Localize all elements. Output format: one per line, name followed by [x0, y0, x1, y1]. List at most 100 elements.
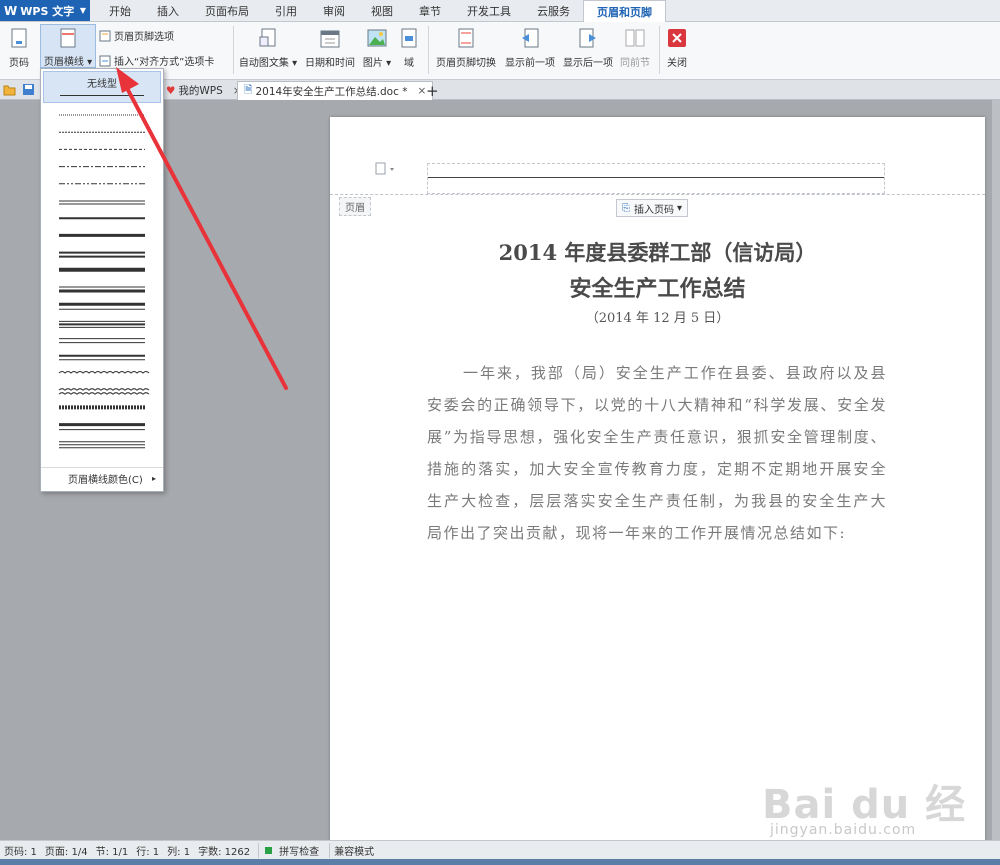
tab-章节[interactable]: 章节	[406, 0, 454, 21]
line-preview	[60, 95, 144, 96]
line-style-preview	[58, 392, 150, 395]
line-style-option[interactable]	[58, 371, 150, 374]
header-line-dropdown: 无线型 页眉横线颜色(C) ▸	[40, 68, 164, 492]
document-icon: 🗎	[244, 84, 253, 96]
line-style-list	[58, 114, 150, 449]
menu-bar: W WPS 文字 ▼ 开始 插入 页面布局 引用 审阅 视图 章节 开发工具 云服务 页眉和页脚	[0, 0, 1000, 23]
tab-云服务[interactable]: 云服务	[524, 0, 583, 21]
line-style-option[interactable]	[59, 423, 145, 431]
tab-my-wps[interactable]: ♥ 我的WPS ×	[160, 81, 248, 100]
document-page[interactable]: 页眉 ⎘ 插入页码 ▾ 2014 年度县委群工部（信访局） 安全生产工作总结 （…	[330, 117, 985, 850]
status-row: 行: 1	[136, 846, 160, 858]
ribbon-separator	[659, 26, 660, 74]
line-style-option[interactable]	[59, 320, 145, 328]
switch-label: 页眉页脚切换	[436, 58, 496, 69]
header-options-icon[interactable]	[373, 162, 399, 176]
status-page-number: 页码: 1	[4, 846, 37, 858]
wps-app-menu-button[interactable]: W WPS 文字 ▼	[0, 0, 90, 21]
header-boundary	[330, 194, 985, 195]
line-style-option[interactable]	[59, 441, 145, 449]
insert-tab-icon	[99, 55, 111, 66]
header-line-icon	[57, 28, 79, 48]
link-pages-icon	[624, 27, 646, 49]
new-tab-button[interactable]: +	[420, 81, 445, 100]
same-as-previous-label: 同前节	[620, 58, 650, 69]
tab-页眉和页脚[interactable]: 页眉和页脚	[583, 0, 666, 23]
menu-tabs: 开始 插入 页面布局 引用 审阅 视图 章节 开发工具 云服务 页眉和页脚	[96, 0, 666, 23]
tab-开发工具[interactable]: 开发工具	[454, 0, 524, 21]
app-name: WPS 文字	[20, 4, 75, 18]
auto-text-button[interactable]: 自动图文集 ▾	[238, 24, 298, 69]
field-icon	[398, 27, 420, 49]
switch-icon	[455, 27, 477, 49]
tab-插入[interactable]: 插入	[144, 0, 192, 21]
close-header-footer-button[interactable]: 关闭	[664, 24, 690, 69]
line-style-option[interactable]	[58, 388, 150, 395]
line-style-option[interactable]	[59, 251, 145, 258]
tab-页面布局[interactable]: 页面布局	[192, 0, 262, 21]
chevron-right-icon: ▸	[151, 474, 156, 483]
document-title-line2: 安全生产工作总结	[569, 276, 746, 302]
line-style-none[interactable]: 无线型	[43, 71, 161, 103]
status-bar: 页码: 1 页面: 1/4 节: 1/1 行: 1 列: 1 字数: 1262 …	[0, 840, 1000, 859]
status-word-count: 字数: 1262	[198, 846, 251, 858]
show-previous-label: 显示前一项	[505, 58, 555, 69]
ribbon-separator	[233, 26, 234, 74]
header-line-label: 页眉横线 ▾	[43, 57, 93, 68]
picture-label: 图片 ▾	[362, 58, 392, 69]
wps-heart-icon: ♥	[166, 84, 176, 97]
line-style-option[interactable]	[59, 354, 145, 361]
header-line-button[interactable]: 页眉横线 ▾	[40, 24, 96, 68]
vertical-scrollbar[interactable]	[992, 100, 1000, 840]
spell-check-indicator-icon	[265, 846, 273, 854]
document-body-paragraph[interactable]: 一年来，我部（局）安全生产工作在县委、县政府以及县安委会的正确领导下，以党的十八…	[427, 357, 887, 549]
line-style-option[interactable]	[59, 338, 145, 344]
tab-审阅[interactable]: 审阅	[310, 0, 358, 21]
header-line-color-menu[interactable]: 页眉横线颜色(C) ▸	[41, 467, 163, 489]
line-style-preview	[58, 388, 150, 391]
insert-tab-stop-button[interactable]: 插入“对齐方式”选项卡	[99, 53, 214, 68]
calendar-icon	[319, 27, 341, 49]
picture-icon	[366, 27, 388, 49]
picture-button[interactable]: 图片 ▾	[361, 24, 393, 69]
line-style-preview	[58, 371, 150, 374]
spell-check-toggle[interactable]: 拼写检查	[258, 842, 331, 858]
line-style-option[interactable]	[59, 200, 145, 205]
os-taskbar	[0, 859, 1000, 865]
switch-header-footer-button[interactable]: 页眉页脚切换	[434, 24, 498, 69]
tab-开始[interactable]: 开始	[96, 0, 144, 21]
date-time-label: 日期和时间	[305, 58, 355, 69]
plus-icon: +	[426, 81, 439, 100]
line-style-option[interactable]	[59, 286, 145, 293]
auto-text-label: 自动图文集 ▾	[238, 58, 298, 69]
tab-视图[interactable]: 视图	[358, 0, 406, 21]
tab-引用[interactable]: 引用	[262, 0, 310, 21]
page-number-label: 页码	[9, 58, 29, 69]
page-number-button[interactable]: 页码	[4, 24, 34, 69]
status-pages: 页面: 1/4	[44, 846, 88, 858]
insert-page-number-button[interactable]: ⎘ 插入页码 ▾	[616, 199, 689, 217]
header-area[interactable]	[427, 163, 885, 194]
header-footer-options-button[interactable]: 页眉页脚选项	[99, 28, 174, 43]
arrow-left-page-icon	[519, 27, 541, 49]
save-icon[interactable]	[22, 83, 35, 96]
show-next-button[interactable]: 显示后一项	[560, 24, 616, 69]
show-previous-button[interactable]: 显示前一项	[502, 24, 558, 69]
line-style-option[interactable]	[59, 302, 145, 310]
field-label: 域	[404, 58, 414, 69]
baidu-jingyan-watermark: Bai du 经验 jingyan.baidu.com	[760, 768, 980, 865]
date-time-button[interactable]: 日期和时间	[304, 24, 356, 69]
page-number-icon	[8, 27, 30, 49]
header-label: 页眉	[339, 197, 371, 216]
status-column: 列: 1	[167, 846, 191, 858]
close-label: 关闭	[667, 58, 687, 69]
tab-document[interactable]: 🗎 2014年安全生产工作总结.doc * ×	[237, 81, 434, 100]
auto-text-icon	[257, 27, 279, 49]
document-date: （2014 年 12 月 5 日）	[585, 311, 730, 326]
options-icon	[99, 30, 111, 41]
document-title-line1: 2014 年度县委群工部（信访局）	[498, 240, 817, 265]
same-as-previous-button[interactable]: 同前节	[618, 24, 652, 69]
open-folder-icon[interactable]	[3, 83, 16, 96]
caret-down-icon: ▾	[677, 202, 683, 214]
field-button[interactable]: 域	[397, 24, 421, 69]
